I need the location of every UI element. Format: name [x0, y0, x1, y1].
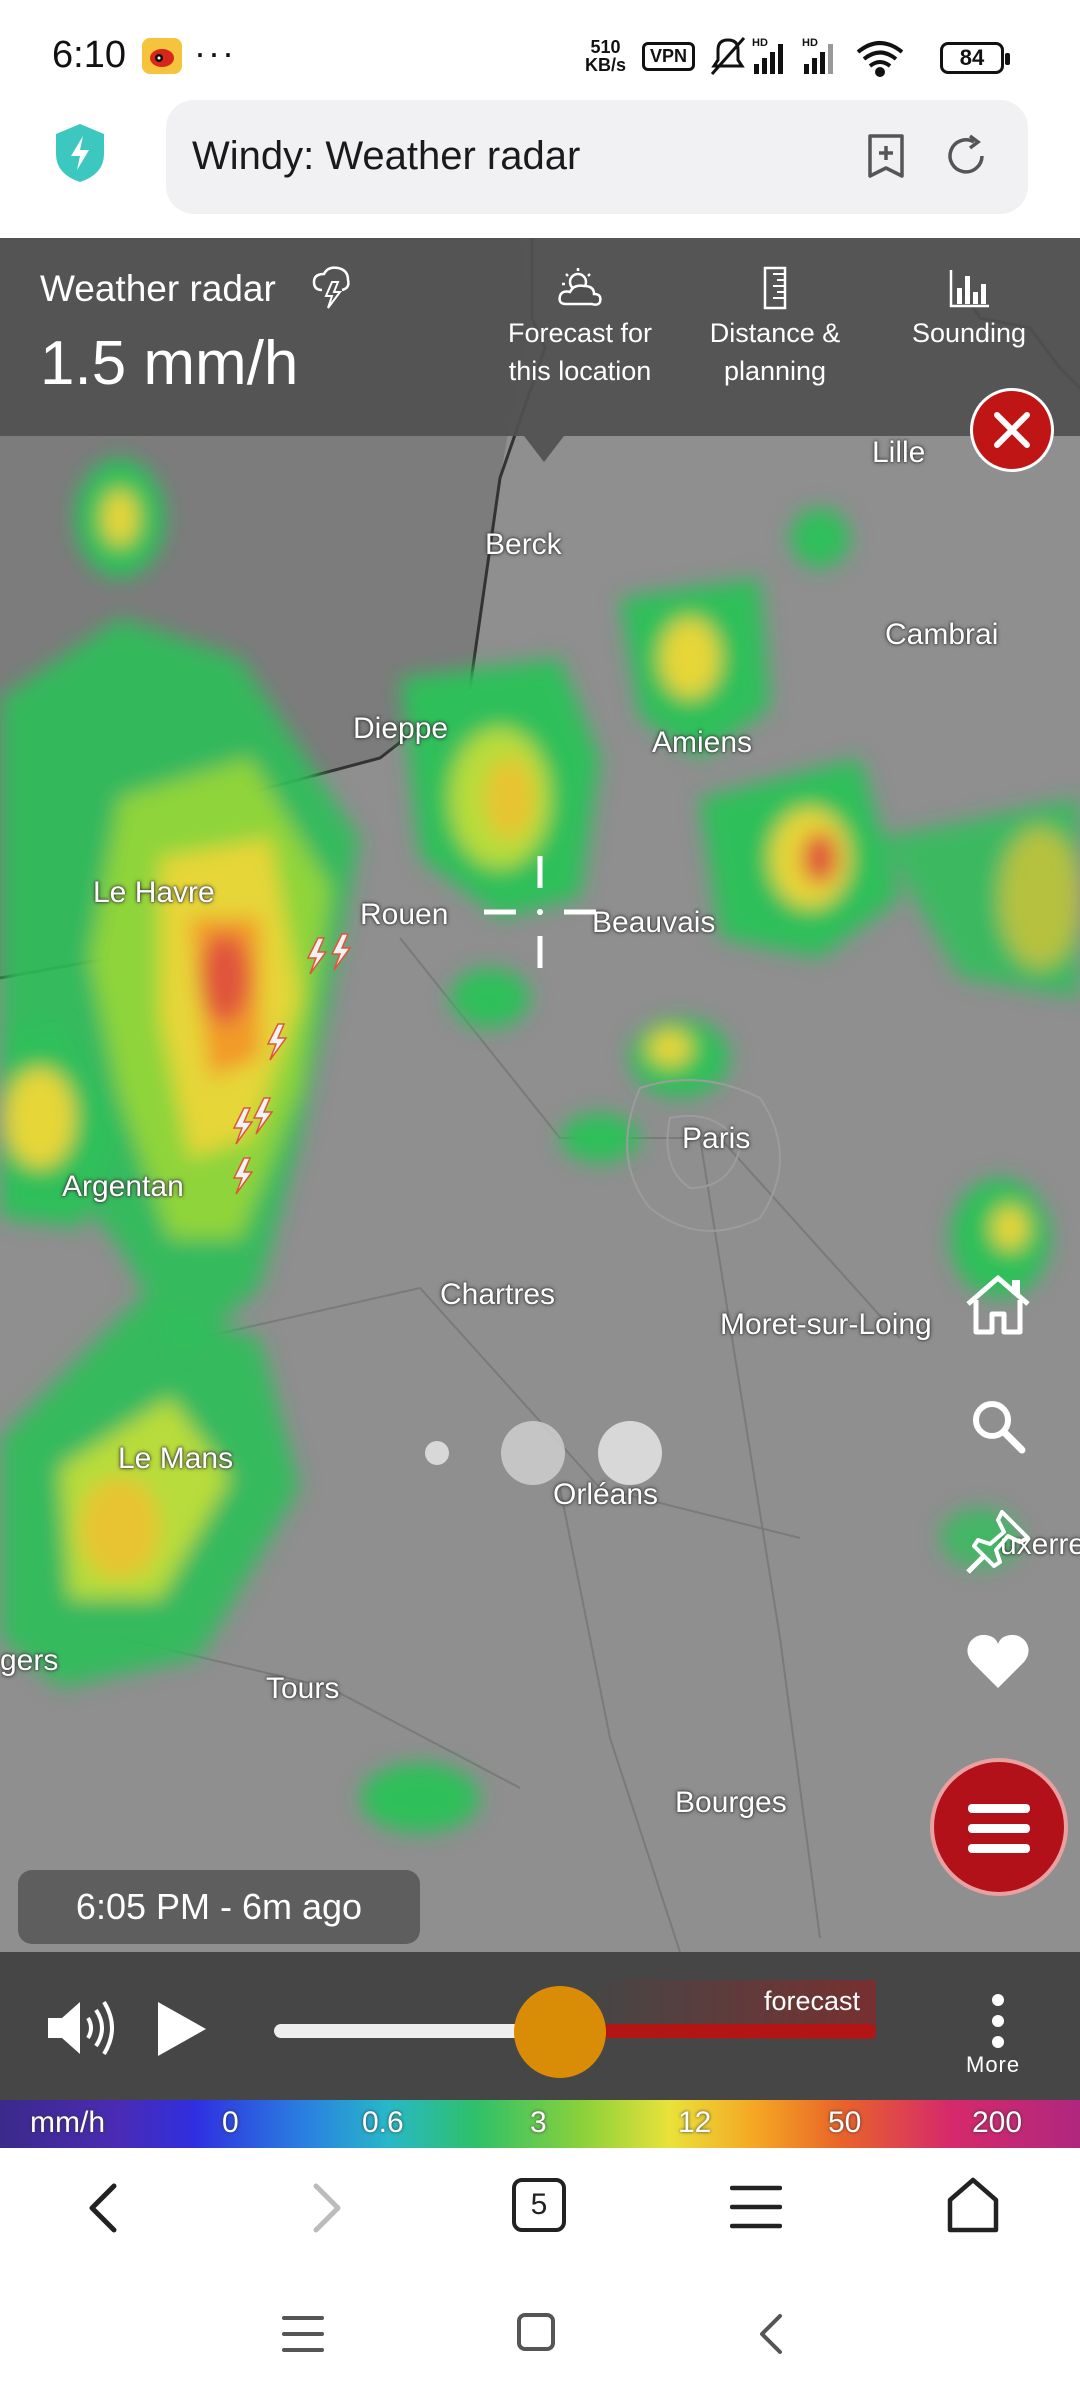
radar-info-panel: Weather radar 1.5 mm/h Forecast for this… — [0, 238, 1080, 436]
network-speed-unit: KB/s — [585, 55, 627, 75]
city-label-bourges: Bourges — [675, 1786, 787, 1819]
tabs-button[interactable]: 5 — [512, 2178, 566, 2232]
signal-wifi-icons: HD HD — [710, 37, 904, 77]
system-navigation-bar — [0, 2268, 1080, 2400]
browser-menu-icon[interactable] — [730, 2184, 782, 2230]
city-label-cambrai: Cambrai — [885, 618, 999, 651]
legend-value: 12 — [678, 2106, 712, 2139]
city-label-angers: gers — [0, 1644, 59, 1677]
play-icon[interactable] — [152, 1998, 212, 2060]
city-label-tours: Tours — [266, 1672, 340, 1705]
page-title: Windy: Weather radar — [192, 134, 581, 178]
radar-map[interactable]: Lille Berck Cambrai Dieppe Amiens Le Hav… — [0, 238, 1080, 1952]
signal-1-icon: HD — [752, 37, 783, 74]
loading-dot-1 — [425, 1441, 449, 1465]
partly-cloudy-icon — [558, 268, 602, 306]
precipitation-legend[interactable]: mm/h 0 0.6 3 12 50 200 — [0, 2100, 1080, 2148]
sound-icon[interactable] — [44, 1996, 116, 2060]
ruler-icon — [763, 266, 787, 310]
back-icon[interactable] — [84, 2182, 124, 2234]
city-label-chartres: Chartres — [440, 1278, 556, 1311]
distance-planning-label: Distance & planning — [709, 318, 841, 386]
city-label-beauvais: Beauvais — [592, 906, 716, 939]
city-label-rouen: Rouen — [360, 898, 449, 931]
timeline-player: forecast More — [0, 1952, 1080, 2100]
browser-toolbar: Windy: Weather radar — [0, 100, 1080, 238]
panel-title: Weather radar — [40, 268, 276, 309]
vpn-badge: VPN — [642, 42, 696, 71]
notification-more-icon: ··· — [194, 32, 236, 73]
timeline-track-forecast[interactable] — [560, 2024, 876, 2038]
timeline-slider-handle[interactable] — [514, 1986, 606, 2078]
city-label-orleans: Orléans — [553, 1478, 659, 1511]
home-icon[interactable] — [962, 1270, 1034, 1342]
system-back-icon[interactable] — [754, 2312, 786, 2356]
city-label-moret-sur-loing: Moret-sur-Loing — [720, 1308, 932, 1341]
home-page-icon[interactable] — [944, 2176, 1002, 2234]
network-speed: 510 KB/s — [585, 38, 626, 74]
status-bar: 6:10 ··· 510 KB/s VPN HD HD 84 — [0, 0, 1080, 100]
distance-planning-button[interactable]: Distance & planning — [680, 266, 870, 390]
pin-icon[interactable] — [962, 1506, 1034, 1578]
menu-line — [968, 1824, 1030, 1833]
close-button[interactable] — [970, 388, 1054, 472]
thunderstorm-icon — [312, 266, 350, 309]
battery-indicator: 84 — [940, 42, 1010, 74]
mute-bell-icon — [710, 37, 746, 75]
legend-value: 0.6 — [362, 2106, 404, 2139]
city-label-dieppe: Dieppe — [353, 712, 449, 745]
main-menu-button[interactable] — [930, 1758, 1068, 1896]
legend-value: 200 — [972, 2106, 1023, 2139]
reload-icon[interactable] — [942, 132, 990, 180]
address-bar[interactable]: Windy: Weather radar — [166, 100, 1028, 214]
svg-text:HD: HD — [752, 37, 768, 49]
menu-line — [968, 1844, 1030, 1853]
loading-dot-3 — [598, 1421, 662, 1485]
city-label-argentan: Argentan — [62, 1170, 184, 1203]
radar-timestamp[interactable]: 6:05 PM - 6m ago — [18, 1870, 420, 1944]
more-vertical-icon[interactable] — [986, 1992, 1010, 2050]
sounding-button[interactable]: Sounding — [874, 266, 1064, 352]
city-label-berck: Berck — [485, 528, 562, 561]
legend-value: 0 — [222, 2106, 239, 2139]
status-time: 6:10 — [52, 34, 126, 76]
system-home-icon[interactable] — [516, 2312, 556, 2352]
loading-dot-2 — [501, 1421, 565, 1485]
more-label[interactable]: More — [966, 2052, 1020, 2078]
menu-line — [968, 1804, 1030, 1813]
security-shield-icon[interactable] — [52, 122, 108, 184]
browser-navigation-bar: 5 — [0, 2148, 1080, 2268]
forward-icon[interactable] — [306, 2182, 346, 2234]
legend-value: 3 — [530, 2106, 547, 2139]
city-label-paris: Paris — [682, 1122, 751, 1155]
weibo-app-icon — [142, 38, 182, 74]
bookmark-add-icon[interactable] — [862, 132, 910, 180]
city-label-amiens: Amiens — [652, 726, 753, 759]
svg-text:HD: HD — [802, 37, 818, 49]
city-label-le-mans: Le Mans — [118, 1442, 234, 1475]
network-speed-value: 510 — [590, 37, 621, 57]
search-icon[interactable] — [962, 1390, 1034, 1462]
forecast-button[interactable]: Forecast for this location — [485, 266, 675, 390]
wifi-icon — [856, 41, 904, 77]
panel-pointer — [524, 436, 564, 462]
bar-chart-icon — [949, 270, 989, 308]
legend-value: 50 — [828, 2106, 862, 2139]
recents-icon[interactable] — [282, 2314, 324, 2354]
favorite-heart-icon[interactable] — [962, 1626, 1034, 1698]
city-label-lille: Lille — [872, 436, 926, 469]
precipitation-value: 1.5 mm/h — [40, 329, 299, 398]
sounding-label: Sounding — [911, 318, 1027, 348]
close-icon — [994, 412, 1030, 448]
location-crosshair[interactable] — [484, 856, 596, 968]
signal-2-icon: HD — [802, 37, 833, 74]
forecast-button-label: Forecast for this location — [507, 318, 653, 386]
city-label-le-havre: Le Havre — [93, 876, 215, 909]
legend-unit: mm/h — [30, 2106, 105, 2139]
forecast-label: forecast — [764, 1986, 861, 2016]
